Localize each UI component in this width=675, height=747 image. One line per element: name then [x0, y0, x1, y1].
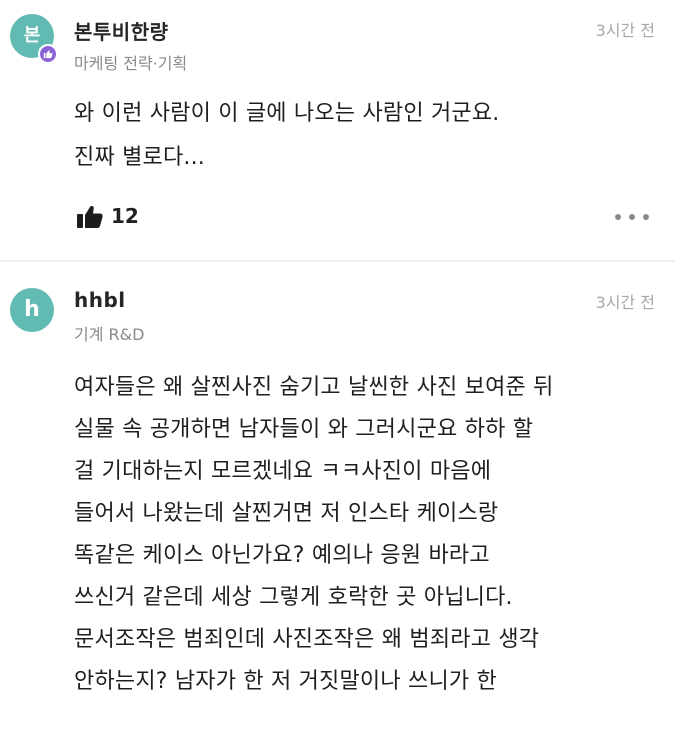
comment-line: 와 이런 사람이 이 글에 나오는 사람인 거군요. — [74, 101, 500, 126]
comment-line: 걸 기대하는지 모르겠네요 ㅋㅋ사진이 마음에 — [74, 459, 492, 484]
author-job: 마케팅 전략·기획 — [74, 54, 188, 73]
comment-item: 본 본투비한량 마케팅 전략·기획 3시간 전 와 이런 사람이 이 글에 나오… — [0, 0, 675, 260]
more-dots-icon — [643, 214, 649, 220]
comment-time: 3시간 전 — [595, 21, 655, 40]
like-count: 12 — [111, 204, 139, 228]
bottom-fade — [0, 723, 675, 747]
comment-time: 3시간 전 — [595, 293, 655, 312]
more-options-button[interactable] — [615, 208, 649, 226]
comment-body: 와 이런 사람이 이 글에 나오는 사람인 거군요. 진짜 별로다... — [74, 92, 664, 180]
comment-author[interactable]: 본투비한량 — [74, 16, 169, 45]
comment-line: 안하는지? 남자가 한 저 거짓말이나 쓰니가 한 — [74, 669, 497, 694]
comment-line: 똑같은 케이스 아닌가요? 예의나 응원 바라고 — [74, 543, 490, 568]
avatar-initial: 본 — [23, 25, 41, 46]
comment-item: h hhbl 기계 R&D 3시간 전 여자들은 왜 살찐사진 숨기고 날씬한 … — [0, 262, 675, 747]
comment-line: 진짜 별로다... — [74, 145, 205, 170]
comment-body: 여자들은 왜 살찐사진 숨기고 날씬한 사진 보여준 뒤 실물 속 공개하면 남… — [74, 367, 664, 703]
comment-line: 여자들은 왜 살찐사진 숨기고 날씬한 사진 보여준 뒤 — [74, 375, 554, 400]
author-job: 기계 R&D — [74, 325, 145, 344]
comment-line: 들어서 나왔는데 살찐거면 저 인스타 케이스랑 — [74, 501, 499, 526]
more-dots-icon — [629, 214, 635, 220]
avatar[interactable]: h — [10, 288, 54, 332]
thumbs-up-icon — [77, 206, 103, 228]
comment-line: 문서조작은 범죄인데 사진조작은 왜 범죄라고 생각 — [74, 627, 540, 652]
comment-line: 실물 속 공개하면 남자들이 와 그러시군요 하하 할 — [74, 417, 534, 442]
comment-line: 쓰신거 같은데 세상 그렇게 호락한 곳 아닙니다. — [74, 585, 513, 610]
more-dots-icon — [615, 214, 621, 220]
comment-author[interactable]: hhbl — [74, 288, 126, 312]
avatar-initial: h — [24, 297, 40, 322]
thumbs-up-badge-icon — [38, 44, 58, 64]
